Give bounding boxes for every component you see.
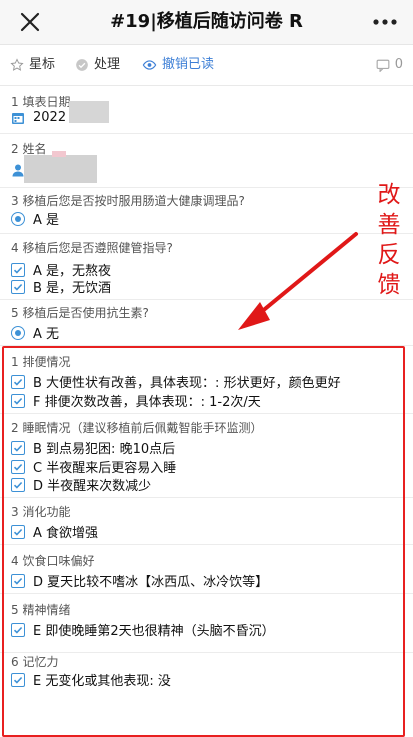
question-label: 4 移植后您是否遵照健管指导? bbox=[11, 241, 173, 255]
annotation-char: 馈 bbox=[377, 272, 401, 298]
answer-option: A 无 bbox=[11, 323, 59, 342]
calendar-icon bbox=[12, 112, 24, 124]
star-label: 星标 bbox=[29, 57, 56, 72]
process-button[interactable]: 处理 bbox=[75, 45, 120, 85]
check-circle-icon bbox=[76, 59, 88, 71]
answer-option: B 是，无饮酒 bbox=[11, 277, 111, 296]
star-button[interactable]: 星标 bbox=[10, 45, 55, 85]
annotation-text: 改 善 反 馈 bbox=[372, 180, 406, 300]
option-text: B 是，无饮酒 bbox=[33, 281, 112, 296]
annotation-arrow bbox=[238, 232, 358, 330]
question-label: 1 填表日期 bbox=[11, 95, 71, 109]
question-label: 5 移植后是否使用抗生素? bbox=[11, 306, 149, 320]
divider bbox=[0, 187, 413, 188]
redacted-name bbox=[24, 155, 97, 183]
eye-icon bbox=[142, 60, 157, 70]
radio-selected-icon bbox=[11, 325, 25, 340]
answer-date: 2022 bbox=[11, 110, 66, 125]
redacted-mark bbox=[52, 151, 66, 157]
close-icon[interactable] bbox=[16, 8, 44, 36]
annotation-char: 反 bbox=[377, 242, 401, 268]
revoke-read-button[interactable]: 撤销已读 bbox=[142, 45, 214, 85]
question-label: 3 移植后您是否按时服用肠道大健康调理品? bbox=[11, 194, 245, 208]
highlight-box bbox=[2, 346, 405, 737]
person-icon bbox=[12, 164, 24, 177]
comment-icon bbox=[376, 59, 390, 72]
comment-count[interactable]: 0 bbox=[376, 45, 403, 85]
annotation-char: 改 bbox=[377, 182, 401, 208]
redacted-date bbox=[69, 101, 109, 123]
checkbox-checked-icon bbox=[11, 262, 25, 277]
radio-selected-icon bbox=[11, 211, 25, 226]
divider bbox=[0, 133, 413, 134]
checkbox-checked-icon bbox=[11, 279, 25, 294]
option-text: A 是 bbox=[33, 213, 60, 228]
action-toolbar: 星标 处理 撤销已读 0 bbox=[0, 45, 413, 86]
date-value: 2022 bbox=[33, 110, 67, 125]
nav-header: #19|移植后随访问卷 R bbox=[0, 0, 413, 45]
comment-count-value: 0 bbox=[394, 57, 403, 72]
answer-option: A 是 bbox=[11, 209, 59, 228]
more-horizontal-icon[interactable] bbox=[371, 12, 399, 32]
star-icon bbox=[10, 58, 24, 71]
process-label: 处理 bbox=[94, 57, 121, 72]
page-title: #19|移植后随访问卷 R bbox=[110, 11, 303, 32]
option-text: A 无 bbox=[33, 327, 60, 342]
revoke-read-label: 撤销已读 bbox=[162, 57, 215, 72]
annotation-char: 善 bbox=[377, 212, 401, 238]
